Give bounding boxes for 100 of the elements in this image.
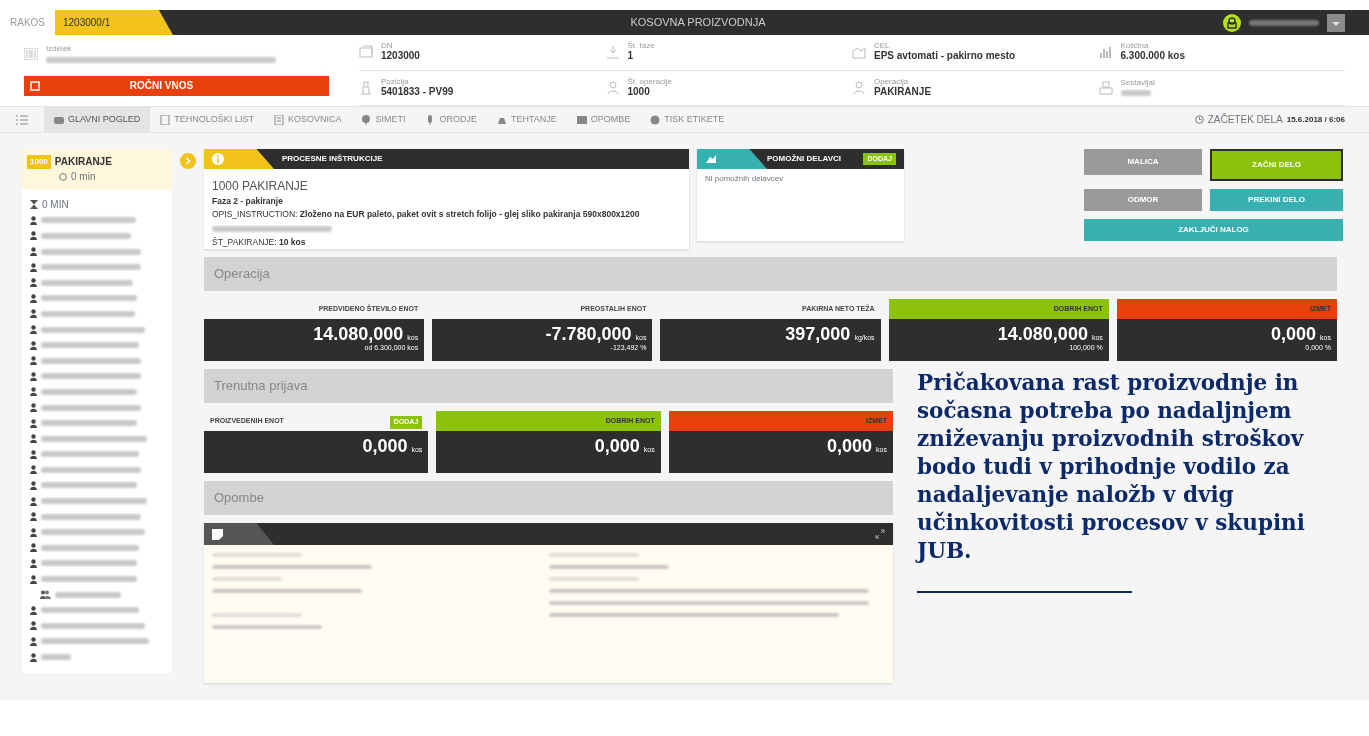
instruction-heading: 1000 PAKIRANJE — [212, 178, 309, 195]
panel-title: PROCESNE INŠTRUKCIJE — [282, 153, 383, 165]
person-icon — [30, 465, 37, 475]
person-icon — [852, 80, 866, 95]
note-icon — [212, 528, 223, 540]
section-header: Trenutna prijava — [204, 369, 893, 403]
document-icon — [160, 114, 171, 125]
person-icon — [30, 449, 37, 459]
field-value: 5401833 - PV99 — [381, 85, 454, 98]
tab[interactable]: TEHNOLOŠKI LIST — [150, 106, 264, 133]
field-label: Izdelek — [46, 45, 73, 54]
field-label: Količina — [1120, 42, 1150, 51]
stat-value: 0,000 — [827, 436, 873, 456]
stat-value: 14.080,000 — [313, 324, 404, 344]
document-icon — [359, 45, 373, 60]
tab[interactable]: TEHTANJE — [486, 106, 567, 133]
person-icon — [30, 652, 37, 662]
field-value: 1203000 — [381, 50, 420, 63]
blurred-text — [41, 654, 71, 660]
expand-icon[interactable] — [875, 529, 885, 539]
people-icon — [40, 590, 51, 600]
field-label: Sestavljal — [1120, 79, 1155, 88]
person-icon — [30, 527, 37, 537]
person-icon — [30, 293, 37, 303]
person-icon — [30, 309, 37, 319]
tab[interactable]: ORODJE — [415, 106, 487, 133]
person-icon — [605, 80, 620, 95]
tab[interactable]: GLAVNI POGLED — [44, 106, 151, 133]
field-label: Operacija — [874, 77, 910, 86]
person-icon — [30, 371, 37, 381]
stat-value: 397,000 — [785, 324, 851, 344]
field-value: 1 — [627, 50, 635, 63]
stat-value: 0,000 — [362, 436, 408, 456]
stat-value: 0,000 — [594, 436, 640, 456]
total-time: 0 MIN — [42, 198, 69, 213]
field-label: DN — [381, 42, 394, 51]
instruction-text: ŠT_PAKIRANJE: 10 kos — [212, 235, 307, 249]
person-icon — [30, 558, 37, 568]
field-label: CEL — [874, 42, 891, 51]
pin-icon — [361, 114, 372, 125]
box-icon — [1098, 80, 1113, 95]
empty-state-text: Ni pomožnih delavcev — [704, 173, 785, 185]
duration-text: 0 min — [71, 170, 96, 184]
field-label: Št. operacije — [627, 77, 672, 86]
square-icon — [30, 80, 40, 91]
person-icon — [30, 512, 37, 522]
barcode-icon — [24, 48, 38, 61]
person-icon — [30, 621, 37, 631]
field-label: Št. faze — [627, 42, 655, 51]
order-number: 1203000/1 — [55, 10, 173, 35]
person-icon — [30, 231, 37, 241]
action-button[interactable]: ZAČNI DELO — [1210, 149, 1343, 181]
person-icon — [30, 481, 37, 490]
instruction-text: Faza 2 - pakiranje — [212, 195, 284, 208]
field-label: Pozicija — [381, 77, 410, 86]
person-icon — [30, 574, 37, 584]
clipboard-icon — [273, 114, 284, 125]
tab[interactable]: SIMETI — [351, 106, 416, 133]
quote-text: Pričakovana rast proizvodnje in sočasna potreba po nadaljnjem zniževanju proizvodnih stroškov bodo tudi v prihodnje vodilo za nadaljevanje naložb v dvig učinkovitosti procesov v skupini JUB. — [917, 369, 1306, 565]
person-icon — [30, 215, 37, 225]
blurred-text — [1249, 19, 1319, 26]
tab[interactable]: KOSOVNICA — [263, 106, 352, 133]
panel-title: POMOŽNI DELAVCI — [767, 153, 842, 165]
person-icon — [30, 434, 37, 444]
action-button[interactable]: ODMOR — [1084, 189, 1202, 211]
action-button[interactable]: PREKINI DELO — [1210, 189, 1343, 211]
stat-value: 0,000 — [1271, 324, 1317, 344]
module-label: RAKOS — [0, 10, 55, 35]
operation-badge: 1000 — [27, 154, 51, 169]
work-start-time: 15.6.2018 / 6:06 — [1286, 113, 1345, 126]
section-header: Opombe — [204, 481, 893, 515]
manual-entry-button[interactable]: ROČNI VNOS — [24, 75, 329, 96]
person-icon — [30, 278, 37, 288]
operation-name: PAKIRANJE — [54, 155, 112, 169]
person-icon — [30, 356, 37, 366]
menu-button[interactable] — [1327, 13, 1345, 32]
person-icon — [30, 636, 37, 646]
person-icon — [30, 387, 37, 397]
field-value: 1000 — [627, 85, 650, 98]
stat-value: 14.080,000 — [997, 324, 1088, 344]
action-button[interactable]: MALICA — [1084, 149, 1202, 175]
window-title: KOSOVNA PROIZVODNJA — [630, 15, 766, 31]
person-icon — [30, 403, 37, 412]
clock-icon — [59, 172, 67, 181]
note-icon — [576, 114, 587, 125]
person-icon — [30, 247, 37, 257]
action-button[interactable]: ZAKLJUČI NALOG — [1084, 219, 1343, 241]
tab[interactable]: TISK ETIKETE — [640, 106, 735, 133]
person-icon — [30, 543, 37, 553]
info-icon — [212, 153, 224, 165]
bar-chart-icon — [1098, 45, 1113, 60]
clock-icon — [1194, 115, 1204, 124]
blurred-text — [55, 591, 121, 598]
field-value: PAKIRANJE — [874, 85, 932, 98]
download-icon — [605, 45, 620, 60]
blurred-text — [1120, 90, 1151, 97]
person-icon — [30, 262, 37, 272]
person-icon — [30, 418, 37, 428]
work-start-label: ZAČETEK DELA — [1207, 112, 1283, 127]
tab[interactable]: OPOMBE — [566, 106, 641, 133]
